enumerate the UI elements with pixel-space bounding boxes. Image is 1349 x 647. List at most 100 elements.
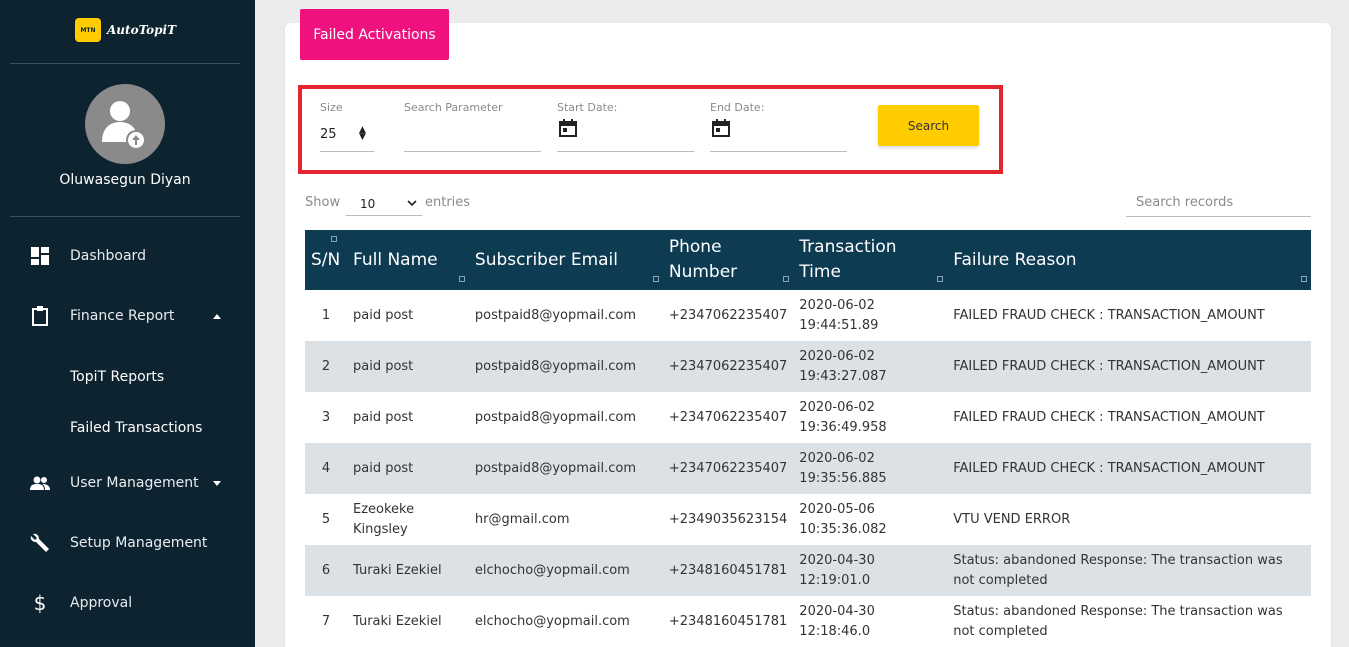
table-row[interactable]: 2 paid post postpaid8@yopmail.com +23470… xyxy=(305,341,1311,392)
sidebar-item-finance-report[interactable]: Finance Report xyxy=(0,301,255,331)
cell-email: hr@gmail.com xyxy=(474,511,570,527)
cell-time: 2020-06-02 19:44:51.89 xyxy=(799,297,879,333)
cell-full-name: paid post xyxy=(352,358,414,374)
dollar-icon: $ xyxy=(33,591,47,615)
failed-activations-table: S/N Full Name Subscriber Email Phone Num… xyxy=(305,230,1311,647)
table-row[interactable]: 1 paid post postpaid8@yopmail.com +23470… xyxy=(305,290,1311,341)
header-full-name[interactable]: Full Name xyxy=(347,230,469,290)
calendar-icon[interactable] xyxy=(558,118,578,138)
cell-failure-reason: VTU VEND ERROR xyxy=(953,511,1071,527)
start-date-input[interactable] xyxy=(557,151,694,152)
header-sn[interactable]: S/N xyxy=(305,230,347,290)
sidebar: MTN AutoTopiT Oluwasegun Diyan Dashboard… xyxy=(0,0,255,647)
cell-full-name: paid post xyxy=(352,460,414,476)
cell-failure-reason: Status: abandoned Response: The transact… xyxy=(953,552,1283,588)
cell-failure-reason: FAILED FRAUD CHECK : TRANSACTION_AMOUNT xyxy=(953,409,1265,425)
sort-icon xyxy=(937,276,944,282)
sidebar-item-failed-transactions[interactable]: Failed Transactions xyxy=(70,420,202,436)
sort-icon xyxy=(783,276,790,282)
caret-down-icon xyxy=(213,480,221,486)
start-date-label: Start Date: xyxy=(557,101,618,114)
header-subscriber-email[interactable]: Subscriber Email xyxy=(469,230,663,290)
cell-phone: +2349035623154 xyxy=(668,511,788,527)
end-date-input[interactable] xyxy=(710,151,847,152)
cell-phone: +2347062235407 xyxy=(668,358,788,374)
cell-email: postpaid8@yopmail.com xyxy=(474,460,636,476)
user-name: Oluwasegun Diyan xyxy=(59,172,191,188)
wrench-icon xyxy=(30,533,50,553)
cell-sn: 7 xyxy=(321,613,331,629)
sort-icon xyxy=(652,276,659,282)
sidebar-item-approval[interactable]: $ Approval xyxy=(0,588,255,618)
show-label: Show xyxy=(305,195,341,210)
cell-phone: +2348160451781 xyxy=(668,613,788,629)
sort-icon xyxy=(1301,276,1307,282)
search-parameter-input[interactable] xyxy=(404,151,541,152)
cell-failure-reason: FAILED FRAUD CHECK : TRANSACTION_AMOUNT xyxy=(953,307,1265,323)
header-phone-number[interactable]: Phone Number xyxy=(663,230,793,290)
table-row[interactable]: 5 Ezeokeke Kingsley hr@gmail.com +234903… xyxy=(305,494,1311,545)
cell-time: 2020-04-30 12:18:46.0 xyxy=(799,603,875,639)
sidebar-item-user-management[interactable]: User Management xyxy=(0,468,255,498)
header-failure-reason[interactable]: Failure Reason xyxy=(947,230,1311,290)
cell-full-name: paid post xyxy=(352,409,414,425)
cell-email: elchocho@yopmail.com xyxy=(474,562,630,578)
entries-value: 10 xyxy=(360,197,376,211)
sidebar-item-setup-management[interactable]: Setup Management xyxy=(0,528,255,558)
sidebar-divider xyxy=(10,63,240,64)
table-row[interactable]: 6 Turaki Ezekiel elchocho@yopmail.com +2… xyxy=(305,545,1311,596)
search-records-input[interactable]: Search records xyxy=(1126,189,1311,217)
cell-email: postpaid8@yopmail.com xyxy=(474,307,636,323)
cell-failure-reason: FAILED FRAUD CHECK : TRANSACTION_AMOUNT xyxy=(953,358,1265,374)
cell-sn: 4 xyxy=(321,460,331,476)
size-label: Size xyxy=(320,101,343,114)
dashboard-icon xyxy=(30,246,50,266)
table-row[interactable]: 7 Turaki Ezekiel elchocho@yopmail.com +2… xyxy=(305,596,1311,647)
cell-phone: +2347062235407 xyxy=(668,460,788,476)
table-header-row: S/N Full Name Subscriber Email Phone Num… xyxy=(305,230,1311,290)
brand[interactable]: MTN AutoTopiT xyxy=(75,18,176,42)
cell-phone: +2348160451781 xyxy=(668,562,788,578)
spinner-icon[interactable]: ▲ ▼ xyxy=(359,126,366,142)
size-input[interactable]: 25 xyxy=(320,127,337,142)
table-row[interactable]: 3 paid post postpaid8@yopmail.com +23470… xyxy=(305,392,1311,443)
mtn-logo-icon: MTN xyxy=(75,18,101,42)
cell-email: postpaid8@yopmail.com xyxy=(474,358,636,374)
table-row[interactable]: 4 paid post postpaid8@yopmail.com +23470… xyxy=(305,443,1311,494)
cell-sn: 6 xyxy=(321,562,331,578)
entries-label: entries xyxy=(425,195,471,210)
cell-phone: +2347062235407 xyxy=(668,409,788,425)
end-date-label: End Date: xyxy=(710,101,765,114)
sidebar-item-dashboard[interactable]: Dashboard xyxy=(0,241,255,271)
cell-sn: 2 xyxy=(321,358,331,374)
cell-email: elchocho@yopmail.com xyxy=(474,613,630,629)
cell-time: 2020-06-02 19:43:27.087 xyxy=(799,348,887,384)
users-icon xyxy=(30,473,50,493)
sidebar-item-label: User Management xyxy=(70,475,199,491)
cell-failure-reason: Status: abandoned Response: The transact… xyxy=(953,603,1283,639)
cell-failure-reason: FAILED FRAUD CHECK : TRANSACTION_AMOUNT xyxy=(953,460,1265,476)
sort-icon xyxy=(331,236,337,242)
avatar[interactable] xyxy=(85,84,165,164)
sidebar-item-label: Setup Management xyxy=(70,535,208,551)
search-parameter-label: Search Parameter xyxy=(404,101,503,114)
cell-time: 2020-06-02 19:36:49.958 xyxy=(799,399,887,435)
header-transaction-time[interactable]: Transaction Time xyxy=(793,230,947,290)
tab-failed-activations[interactable]: Failed Activations xyxy=(300,9,449,60)
sidebar-item-topit-reports[interactable]: TopiT Reports xyxy=(70,369,164,385)
sidebar-item-label: Dashboard xyxy=(70,248,146,264)
cell-time: 2020-06-02 19:35:56.885 xyxy=(799,450,887,486)
search-button[interactable]: Search xyxy=(878,105,979,146)
sidebar-item-label: Approval xyxy=(70,595,133,611)
sidebar-item-label: Finance Report xyxy=(70,308,175,324)
cell-sn: 5 xyxy=(321,511,331,527)
brand-name: AutoTopiT xyxy=(107,23,177,37)
size-underline xyxy=(320,151,374,152)
chevron-down-icon xyxy=(407,200,417,207)
cell-full-name: Ezeokeke Kingsley xyxy=(352,501,415,537)
entries-select[interactable]: 10 xyxy=(346,191,422,216)
user-upload-icon xyxy=(102,101,146,150)
cell-phone: +2347062235407 xyxy=(668,307,788,323)
cell-full-name: Turaki Ezekiel xyxy=(352,562,442,578)
calendar-icon[interactable] xyxy=(711,118,731,138)
